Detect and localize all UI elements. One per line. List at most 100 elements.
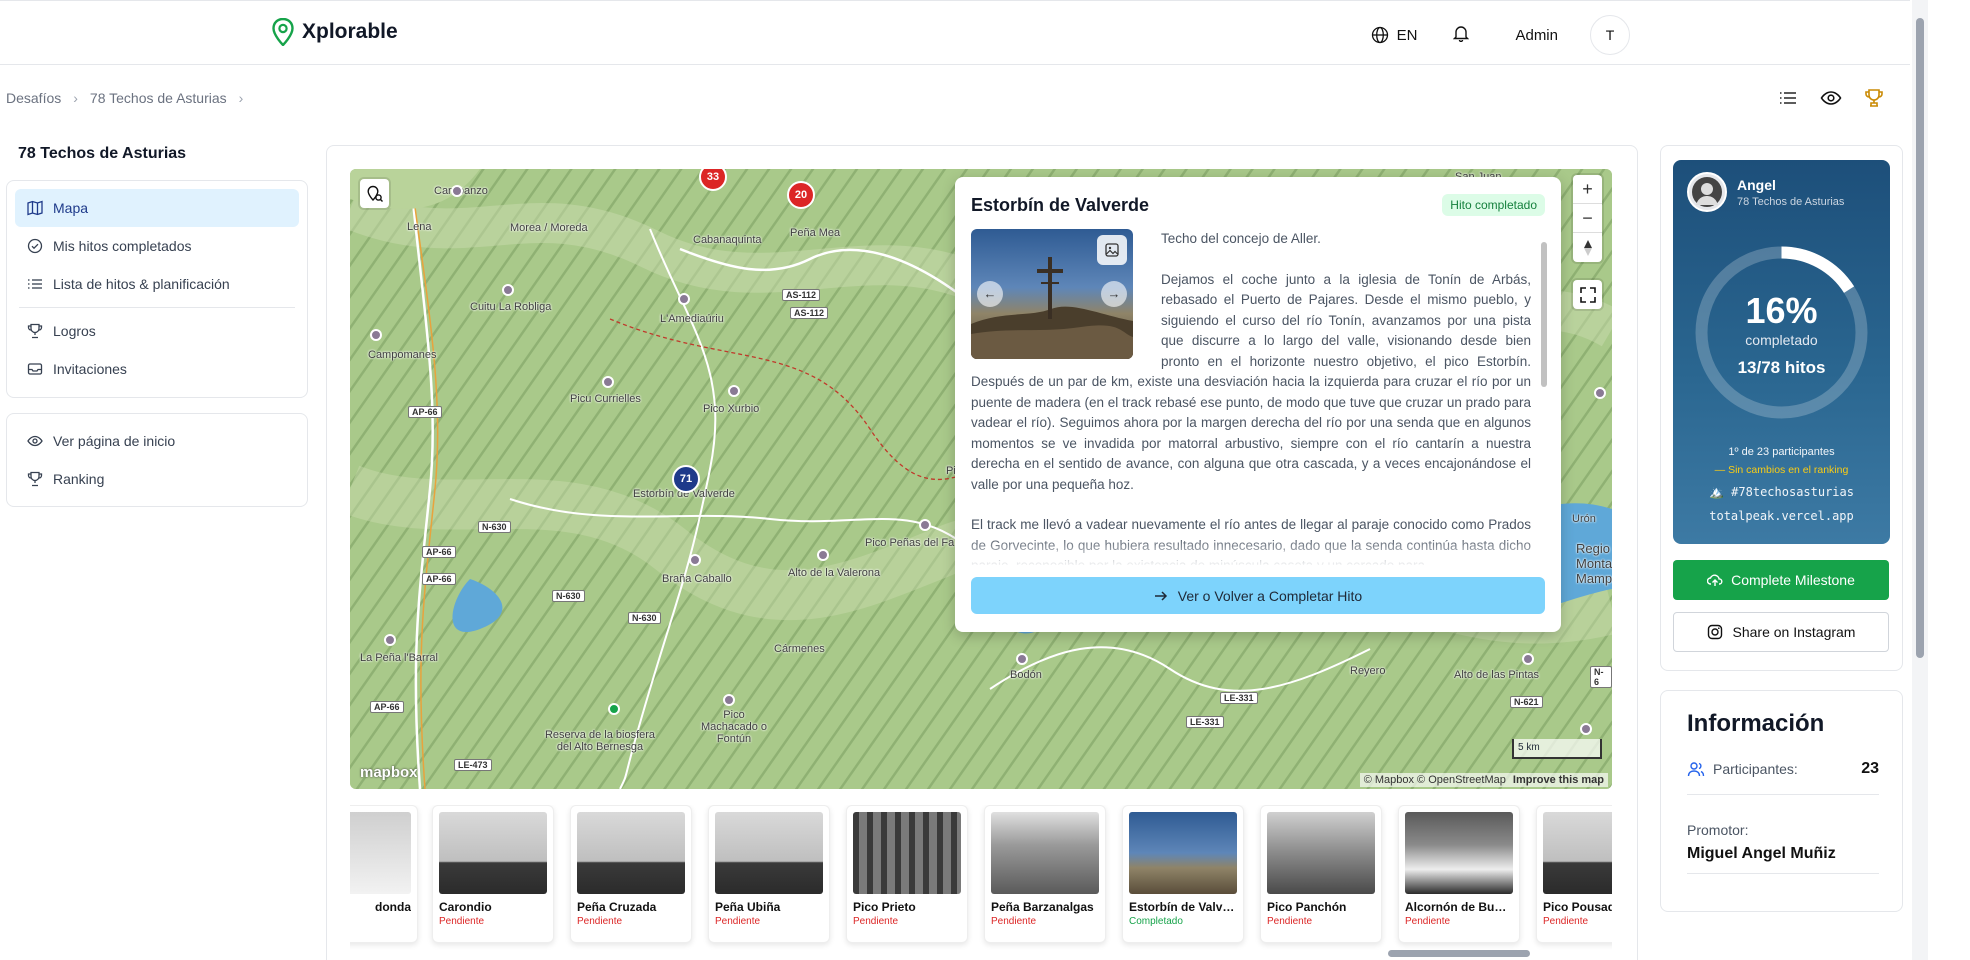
participants-row: Participantes: 23	[1687, 760, 1879, 795]
improve-map-link[interactable]: Improve this map	[1513, 774, 1604, 786]
avatar	[1687, 172, 1727, 212]
gallery-item[interactable]: Estorbín de Valverde Completado	[1122, 805, 1244, 943]
gallery-item[interactable]: Peña Barzanalgas Pendiente	[984, 805, 1106, 943]
sidebar-item-completed[interactable]: Mis hitos completados	[15, 227, 299, 265]
map-marker[interactable]	[689, 554, 701, 566]
map-marker[interactable]	[384, 634, 396, 646]
scrollbar-thumb[interactable]	[1541, 242, 1547, 387]
list-icon[interactable]	[1778, 88, 1798, 108]
page-scrollbar[interactable]	[1912, 0, 1928, 960]
geolocate-control[interactable]	[360, 179, 389, 208]
sidebar-item-map[interactable]: Mapa	[15, 189, 299, 227]
list-icon	[28, 279, 42, 289]
compass-button[interactable]	[1573, 233, 1602, 262]
image-gallery-button[interactable]	[1097, 235, 1127, 265]
map-label: Braña Caballo	[662, 573, 732, 585]
map-marker[interactable]	[502, 284, 514, 296]
admin-link[interactable]: Admin	[1505, 27, 1568, 44]
eye-icon[interactable]	[1820, 88, 1842, 108]
sidebar-item-achievements[interactable]: Logros	[15, 312, 299, 350]
language-selector[interactable]: EN	[1371, 26, 1417, 44]
road-tag: AS-112	[790, 307, 829, 319]
milestone-thumbnail	[853, 812, 961, 894]
gallery-scrollbar[interactable]	[1388, 950, 1530, 957]
milestone-popup: Estorbín de Valverde Hito completado ← →…	[955, 177, 1561, 632]
milestone-photo[interactable]: ← →	[971, 229, 1133, 359]
user-avatar[interactable]: T	[1590, 15, 1630, 55]
map-marker[interactable]	[451, 185, 463, 197]
gallery-item[interactable]: Carondio Pendiente	[432, 805, 554, 943]
map-marker[interactable]	[1580, 723, 1592, 735]
map-label: Cabanaquinta	[693, 234, 762, 246]
gallery-item-status: Pendiente	[1543, 916, 1589, 927]
image-prev-button[interactable]: ←	[977, 281, 1003, 307]
map-label: Reserva de la biosfera del Alto Bernesga	[544, 729, 656, 753]
compass-icon	[1583, 239, 1592, 256]
trophy-icon	[27, 323, 43, 339]
road-tag: N-6	[1590, 666, 1612, 688]
road-tag: N-630	[628, 612, 661, 624]
trophy-icon[interactable]	[1864, 88, 1884, 108]
breadcrumb-current[interactable]: 78 Techos de Asturias	[90, 90, 227, 106]
notifications-button[interactable]	[1439, 24, 1483, 47]
fullscreen-button[interactable]	[1573, 280, 1602, 309]
brand-logo[interactable]: Xplorable	[272, 18, 398, 46]
map-marker[interactable]	[608, 703, 620, 715]
top-navbar: Xplorable EN Admin T	[0, 0, 1910, 65]
sidebar-item-list[interactable]: Lista de hitos & planificación	[15, 265, 299, 303]
map-label: La Peña l'Barral	[360, 652, 438, 664]
map-label: Pico Machacado o Fontún	[700, 709, 768, 745]
breadcrumb-challenges[interactable]: Desafíos	[6, 90, 61, 106]
zoom-in-button[interactable]: +	[1573, 175, 1602, 204]
gallery-item-name: Carondio	[439, 900, 492, 914]
map-cluster[interactable]: 20	[787, 181, 815, 209]
map-marker[interactable]	[370, 329, 382, 341]
image-icon	[1105, 243, 1119, 257]
sidebar-item-ranking[interactable]: Ranking	[15, 460, 299, 498]
image-next-button[interactable]: →	[1101, 281, 1127, 307]
gallery-item[interactable]: Peña Ubiña Pendiente	[708, 805, 830, 943]
trophy-icon	[27, 471, 43, 487]
map-marker[interactable]	[602, 376, 614, 388]
sidebar-item-homepage[interactable]: Ver página de inicio	[15, 422, 299, 460]
road-tag: AP-66	[408, 406, 442, 418]
road-tag: N-630	[478, 521, 511, 533]
milestone-thumbnail	[350, 812, 411, 894]
globe-icon	[1371, 26, 1388, 44]
view-complete-button[interactable]: Ver o Volver a Completar Hito	[971, 577, 1545, 614]
map-marker[interactable]	[817, 549, 829, 561]
button-label: Share on Instagram	[1732, 624, 1856, 640]
progress-panel: Angel 78 Techos de Asturias 16% completa…	[1673, 160, 1890, 544]
scrollbar-thumb[interactable]	[1916, 18, 1924, 658]
gallery-item[interactable]: Pico Panchón Pendiente	[1260, 805, 1382, 943]
map-marker[interactable]	[723, 694, 735, 706]
map-marker[interactable]	[919, 519, 931, 531]
map-marker[interactable]	[678, 293, 690, 305]
share-instagram-button[interactable]: Share on Instagram	[1673, 612, 1889, 652]
map-marker[interactable]	[728, 385, 740, 397]
zoom-out-button[interactable]: −	[1573, 204, 1602, 233]
gallery-item[interactable]: Alcornón de Busdongo Pendiente	[1398, 805, 1520, 943]
sidebar-item-invitations[interactable]: Invitaciones	[15, 350, 299, 388]
mapbox-logo[interactable]: mapbox	[360, 764, 418, 781]
gallery-item-name: Pico Panchón	[1267, 900, 1347, 914]
map-label: Pico Peñas del Fa	[865, 537, 955, 549]
complete-milestone-button[interactable]: Complete Milestone	[1673, 560, 1889, 600]
map-label: Reyero	[1350, 665, 1386, 677]
gallery-item[interactable]: Pico Pousadoiro Pendiente	[1536, 805, 1612, 943]
popup-scrollbar[interactable]	[1541, 232, 1547, 562]
attribution-text[interactable]: © Mapbox © OpenStreetMap	[1364, 774, 1506, 786]
map-marker[interactable]	[1594, 387, 1606, 399]
milestone-thumbnail	[991, 812, 1099, 894]
map-cluster[interactable]: 71	[672, 465, 700, 493]
road-tag: AP-66	[370, 701, 404, 713]
zoom-controls: + −	[1573, 175, 1602, 262]
ranking-position: 1º de 23 participantes	[1728, 446, 1835, 458]
cta-label: Ver o Volver a Completar Hito	[1177, 587, 1363, 604]
fullscreen-icon	[1579, 286, 1596, 303]
gallery-item[interactable]: Peña Cruzada Pendiente	[570, 805, 692, 943]
map-marker[interactable]	[1522, 653, 1534, 665]
gallery-item[interactable]: Pico Prieto Pendiente	[846, 805, 968, 943]
gallery-item[interactable]: donda	[350, 805, 418, 943]
map-marker[interactable]	[1016, 653, 1028, 665]
